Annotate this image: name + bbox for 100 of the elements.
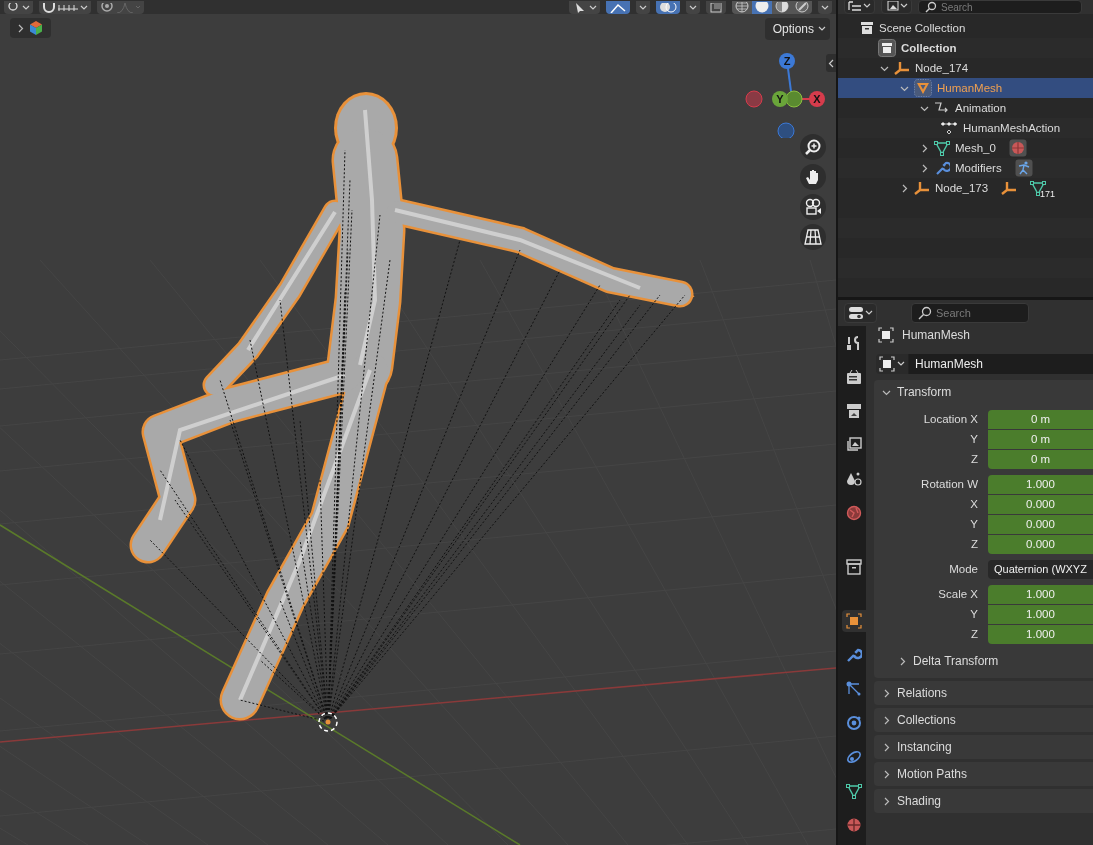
search-icon bbox=[918, 306, 932, 320]
navigation-gizmo[interactable]: Z Y X bbox=[742, 48, 832, 138]
caret-icon bbox=[897, 361, 905, 367]
panel-title: Transform bbox=[897, 385, 952, 399]
falloff-curve-icon bbox=[115, 2, 141, 13]
pan-button[interactable] bbox=[800, 164, 826, 190]
shading-dropdown[interactable] bbox=[818, 1, 832, 14]
gizmo-dropdown[interactable] bbox=[636, 1, 650, 14]
number-field[interactable]: 1.000 bbox=[988, 475, 1093, 494]
number-field[interactable]: 0.000 bbox=[988, 495, 1093, 514]
object-name: HumanMesh bbox=[902, 328, 971, 342]
panel-title: Instancing bbox=[897, 740, 952, 754]
axes-icon bbox=[914, 181, 930, 195]
display-mode-dropdown[interactable] bbox=[844, 0, 875, 14]
snap-dropdown[interactable] bbox=[39, 1, 91, 14]
overlays-dropdown[interactable] bbox=[686, 1, 700, 14]
panel-header[interactable]: Relations bbox=[874, 681, 1093, 705]
visibility-dropdown[interactable] bbox=[569, 1, 600, 14]
field-label: Location X bbox=[922, 412, 978, 427]
panel-title: Shading bbox=[897, 794, 942, 808]
subpanel-header[interactable]: Delta Transform bbox=[874, 650, 1093, 672]
sidebar-toggle[interactable] bbox=[826, 54, 836, 72]
target-icon bbox=[100, 2, 114, 13]
mode-dropdown[interactable]: Quaternion (WXYZ bbox=[988, 560, 1093, 579]
editor-type-dropdown[interactable] bbox=[844, 303, 877, 323]
panel-header[interactable]: Collections bbox=[874, 708, 1093, 732]
item-label: Node_174 bbox=[915, 62, 969, 74]
keyframes-icon bbox=[940, 120, 958, 136]
item-label: HumanMeshAction bbox=[963, 122, 1061, 134]
outliner-row[interactable]: Mesh_0 bbox=[838, 138, 1093, 158]
panel-title: Motion Paths bbox=[897, 767, 968, 781]
number-field[interactable]: 1.000 bbox=[988, 585, 1093, 604]
caret-icon bbox=[689, 4, 697, 11]
caret-icon bbox=[639, 4, 647, 11]
object-square-icon bbox=[878, 327, 894, 343]
overlay-circles-icon bbox=[659, 2, 677, 13]
xray-icon bbox=[709, 2, 723, 13]
shading-mode-button[interactable] bbox=[732, 1, 752, 14]
gizmo-toggle[interactable] bbox=[606, 1, 630, 14]
count-label: 171 bbox=[1040, 189, 1056, 199]
number-field[interactable]: 0.000 bbox=[988, 535, 1093, 554]
field-label: X bbox=[969, 497, 978, 512]
chevron-right-icon[interactable] bbox=[900, 183, 909, 193]
chevron-right-icon[interactable] bbox=[920, 143, 929, 153]
zoom-button[interactable] bbox=[800, 134, 826, 160]
wrench-icon bbox=[934, 160, 950, 176]
chevron-right-icon[interactable] bbox=[920, 163, 929, 173]
orthographic-toggle-button[interactable] bbox=[800, 224, 826, 250]
filter-dropdown[interactable] bbox=[881, 0, 912, 14]
box-icon bbox=[878, 39, 896, 57]
field-label: Z bbox=[969, 452, 978, 467]
outliner-row[interactable]: Node_173 171 bbox=[838, 178, 1093, 198]
ruler-icon bbox=[57, 2, 79, 13]
panel-header[interactable]: Transform bbox=[874, 380, 1093, 404]
axes-icon bbox=[894, 61, 910, 75]
figure-icon bbox=[1014, 159, 1033, 177]
item-label: HumanMesh bbox=[937, 82, 1003, 94]
proportional-edit-button[interactable] bbox=[97, 1, 144, 14]
number-field[interactable]: 0 m bbox=[988, 410, 1093, 429]
panel-header[interactable]: Motion Paths bbox=[874, 762, 1093, 786]
overlays-toggle[interactable] bbox=[656, 1, 680, 14]
subpanel-title: Delta Transform bbox=[913, 654, 999, 668]
shading-mode-button[interactable] bbox=[772, 1, 792, 14]
xray-toggle[interactable] bbox=[706, 1, 726, 14]
toolbar-toggle[interactable] bbox=[10, 18, 51, 38]
number-field[interactable]: 1.000 bbox=[988, 625, 1093, 644]
item-label: Scene Collection bbox=[879, 22, 966, 34]
number-field[interactable]: 0 m bbox=[988, 430, 1093, 449]
search-icon bbox=[925, 1, 937, 13]
caret-icon bbox=[900, 3, 908, 9]
number-field[interactable]: 0.000 bbox=[988, 515, 1093, 534]
search-input[interactable]: Search bbox=[936, 307, 1016, 319]
images-icon bbox=[885, 1, 899, 11]
number-field[interactable]: 1.000 bbox=[988, 605, 1093, 624]
caret-icon bbox=[821, 4, 829, 11]
list-icon bbox=[848, 1, 862, 11]
field-label: Y bbox=[969, 517, 978, 532]
camera-view-button[interactable] bbox=[800, 194, 826, 220]
item-label: Node_173 bbox=[935, 182, 989, 194]
pivot-dropdown[interactable] bbox=[4, 1, 33, 14]
curve-arrow-icon bbox=[934, 101, 950, 115]
outliner-row[interactable]: HumanMesh bbox=[838, 78, 1093, 98]
field-label: Z bbox=[969, 627, 978, 642]
box-icon bbox=[860, 21, 874, 35]
search-field[interactable]: Search bbox=[918, 0, 1082, 14]
panel-header[interactable]: Instancing bbox=[874, 735, 1093, 759]
outliner-row[interactable]: Scene Collection bbox=[838, 18, 1093, 38]
zoom-icon bbox=[804, 138, 822, 156]
shading-mode-button[interactable] bbox=[792, 1, 812, 14]
options-dropdown[interactable]: Options bbox=[764, 18, 830, 40]
shading-mode-button[interactable] bbox=[752, 1, 772, 14]
field-label: Rotation W bbox=[920, 477, 978, 492]
object-type-dropdown[interactable] bbox=[876, 354, 909, 374]
panel-header[interactable]: Shading bbox=[874, 789, 1093, 813]
number-field[interactable]: 0 m bbox=[988, 450, 1093, 469]
outliner-row[interactable]: Node_174 bbox=[838, 58, 1093, 78]
search-field[interactable]: Search bbox=[911, 303, 1029, 323]
name-field[interactable]: HumanMesh bbox=[909, 354, 1093, 374]
field-label: Scale X bbox=[937, 587, 978, 602]
outliner-row[interactable]: Animation bbox=[838, 98, 1093, 118]
